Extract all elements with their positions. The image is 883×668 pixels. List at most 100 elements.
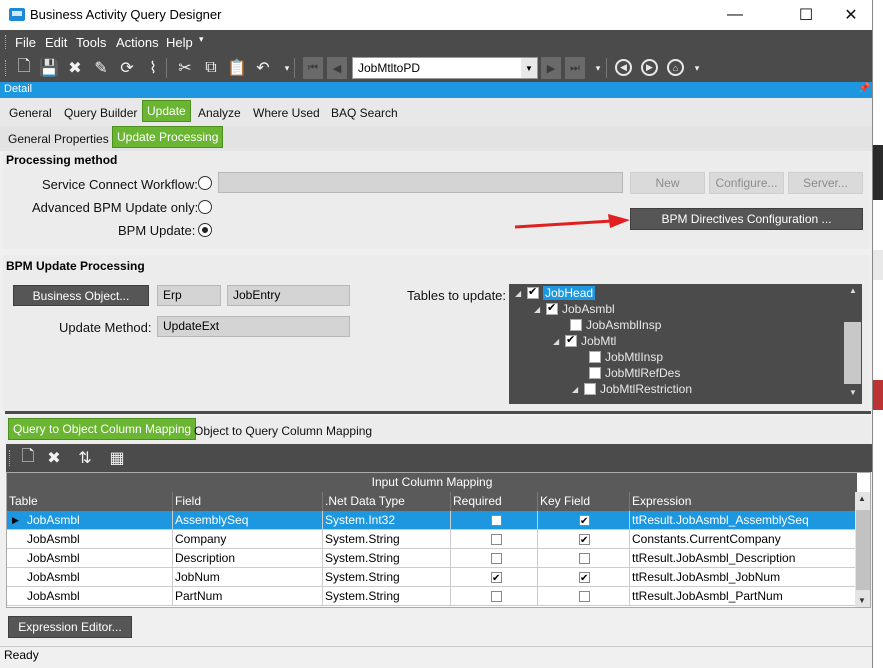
- table-cell[interactable]: JobAsmbl: [7, 568, 173, 587]
- refresh-icon[interactable]: ⟳: [117, 58, 137, 78]
- tree-node-jobmtlinsp[interactable]: JobMtlInsp: [577, 349, 663, 365]
- cut-icon[interactable]: ✂: [175, 58, 195, 78]
- tab-analyze[interactable]: Analyze: [194, 102, 245, 124]
- prev-icon[interactable]: ◀: [327, 57, 347, 79]
- expression-cell[interactable]: Constants.CurrentCompany: [630, 530, 857, 549]
- column-header-table[interactable]: Table: [7, 492, 173, 511]
- tree-checkbox[interactable]: [589, 351, 601, 363]
- type-cell[interactable]: System.Int32: [323, 511, 451, 530]
- field-cell[interactable]: AssemblySeq: [173, 511, 323, 530]
- tree-scroll-thumb[interactable]: [844, 322, 861, 384]
- clear-icon[interactable]: ✎: [91, 58, 111, 78]
- expander-icon[interactable]: ◢: [515, 289, 527, 298]
- field-cell[interactable]: PartNum: [173, 587, 323, 606]
- service-connect-radio[interactable]: [198, 176, 212, 190]
- tree-scrollbar[interactable]: ▲ ▼: [844, 284, 862, 404]
- table-cell[interactable]: JobAsmbl: [7, 511, 173, 530]
- record-combo[interactable]: JobMtltoPD ▼: [352, 57, 538, 79]
- column-header-expression[interactable]: Expression: [630, 492, 857, 511]
- tree-checkbox[interactable]: [589, 367, 601, 379]
- type-cell[interactable]: System.String: [323, 587, 451, 606]
- chevron-down-icon[interactable]: ▼: [521, 58, 537, 78]
- table-row[interactable]: JobAsmblJobNumSystem.String ttResult.JobA…: [7, 568, 857, 587]
- bpm-update-radio[interactable]: [198, 223, 212, 237]
- table-row[interactable]: JobAsmbl PartNum System.String ttResult.Job…: [7, 587, 857, 606]
- expression-cell[interactable]: ttResult.JobAsmbl_JobNum: [630, 568, 857, 587]
- type-cell[interactable]: System.String: [323, 549, 451, 568]
- column-header-field[interactable]: Field: [173, 492, 323, 511]
- web-overflow-icon[interactable]: ▾: [687, 58, 707, 78]
- table-cell[interactable]: JobAsmbl: [7, 549, 173, 568]
- required-checkbox[interactable]: [491, 515, 502, 526]
- tree-node-jobasmblinsp[interactable]: JobAsmblInsp: [558, 317, 661, 333]
- key-field-checkbox[interactable]: [579, 553, 590, 564]
- grid-settings-icon[interactable]: ▦: [107, 448, 127, 468]
- nav-overflow-icon[interactable]: ▾: [588, 58, 608, 78]
- next-icon[interactable]: ▶: [541, 57, 561, 79]
- column-header-required[interactable]: Required: [451, 492, 538, 511]
- expander-icon[interactable]: ◢: [534, 305, 546, 314]
- tree-checkbox[interactable]: [527, 285, 539, 299]
- key-field-checkbox[interactable]: [579, 591, 590, 602]
- expression-editor-button[interactable]: Expression Editor...: [8, 616, 132, 638]
- maximize-button[interactable]: ☐: [783, 0, 829, 30]
- tree-checkbox[interactable]: [565, 333, 577, 347]
- tree-node-jobhead[interactable]: ◢ JobHead: [515, 285, 596, 301]
- table-row[interactable]: JobAsmblCompanySystem.String Constants.Cu…: [7, 530, 857, 549]
- field-cell[interactable]: Description: [173, 549, 323, 568]
- expression-cell[interactable]: ttResult.JobAsmbl_PartNum: [630, 587, 857, 606]
- server-button[interactable]: Server...: [788, 172, 863, 194]
- type-cell[interactable]: System.String: [323, 568, 451, 587]
- expander-icon[interactable]: ◢: [572, 385, 584, 394]
- table-cell[interactable]: JobAsmbl: [7, 587, 173, 606]
- required-checkbox[interactable]: [491, 570, 502, 586]
- scroll-up-icon[interactable]: ▲: [858, 494, 866, 503]
- tree-checkbox[interactable]: [584, 383, 596, 395]
- service-connect-field[interactable]: [218, 172, 623, 193]
- tab-object-to-query[interactable]: Object to Query Column Mapping: [190, 420, 376, 442]
- splitter[interactable]: [5, 411, 871, 414]
- save-icon[interactable]: 💾: [39, 58, 59, 78]
- menu-overflow-icon[interactable]: ▾: [199, 34, 204, 45]
- tab-query-to-object[interactable]: Query to Object Column Mapping: [8, 418, 197, 440]
- field-cell[interactable]: Company: [173, 530, 323, 549]
- table-row[interactable]: JobAsmblAssemblySeqSystem.Int32 ttResult.…: [7, 511, 857, 530]
- table-row[interactable]: JobAsmbl Description System.String ttResult…: [7, 549, 857, 568]
- type-cell[interactable]: System.String: [323, 530, 451, 549]
- required-checkbox[interactable]: [491, 534, 502, 545]
- menu-actions[interactable]: Actions: [116, 35, 159, 50]
- tree-node-jobmtlrestriction[interactable]: ◢ JobMtlRestriction: [572, 381, 692, 397]
- column-header-key-field[interactable]: Key Field: [538, 492, 630, 511]
- expression-cell[interactable]: ttResult.JobAsmbl_Description: [630, 549, 857, 568]
- first-icon[interactable]: ⏮: [303, 57, 323, 79]
- tables-tree[interactable]: ◢JobHead ◢JobAsmbl JobAsmblInsp ◢JobMtl …: [509, 284, 862, 404]
- tab-general[interactable]: General: [5, 102, 56, 124]
- expression-cell[interactable]: ttResult.JobAsmbl_AssemblySeq: [630, 511, 857, 530]
- menu-tools[interactable]: Tools: [76, 35, 106, 50]
- scroll-down-icon[interactable]: ▼: [858, 596, 866, 605]
- key-field-checkbox[interactable]: [579, 532, 590, 548]
- bpm-directives-button[interactable]: BPM Directives Configuration ...: [630, 208, 863, 230]
- key-field-checkbox[interactable]: [579, 570, 590, 586]
- tree-checkbox[interactable]: [570, 319, 582, 331]
- brush-icon[interactable]: ⌇: [143, 58, 163, 78]
- tab-update-processing[interactable]: Update Processing: [112, 126, 224, 148]
- menu-help[interactable]: Help: [166, 35, 193, 50]
- grid-scrollbar[interactable]: ▲ ▼: [855, 492, 870, 607]
- scroll-down-icon[interactable]: ▼: [849, 388, 857, 397]
- new-button[interactable]: New: [630, 172, 705, 194]
- tab-query-builder[interactable]: Query Builder: [60, 102, 141, 124]
- table-cell[interactable]: JobAsmbl: [7, 530, 173, 549]
- new-row-icon[interactable]: 🗋: [18, 448, 38, 468]
- menu-edit[interactable]: Edit: [45, 35, 67, 50]
- tree-checkbox[interactable]: [546, 301, 558, 315]
- menu-file[interactable]: File: [15, 35, 36, 50]
- minimize-button[interactable]: —: [712, 0, 758, 30]
- column-header-data-type[interactable]: .Net Data Type: [323, 492, 451, 511]
- advanced-bpm-radio[interactable]: [198, 200, 212, 214]
- tree-node-jobasmbl[interactable]: ◢ JobAsmbl: [534, 301, 615, 317]
- business-object-button[interactable]: Business Object...: [13, 285, 149, 306]
- pin-icon[interactable]: 📌: [858, 83, 870, 94]
- copy-icon[interactable]: ⧉: [201, 58, 221, 78]
- delete-icon[interactable]: ✖: [65, 58, 85, 78]
